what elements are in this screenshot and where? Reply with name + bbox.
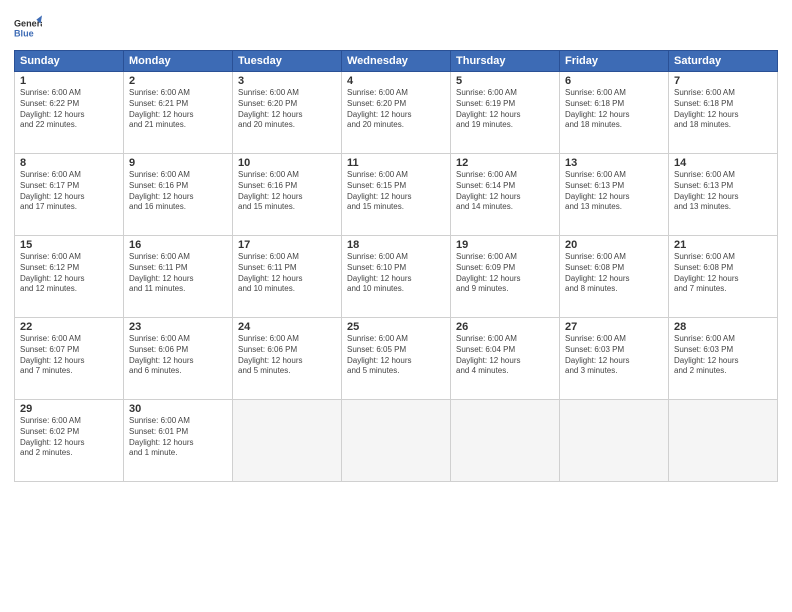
calendar-day-13: 13Sunrise: 6:00 AMSunset: 6:13 PMDayligh… xyxy=(560,154,669,236)
calendar-day-16: 16Sunrise: 6:00 AMSunset: 6:11 PMDayligh… xyxy=(124,236,233,318)
calendar-day-18: 18Sunrise: 6:00 AMSunset: 6:10 PMDayligh… xyxy=(342,236,451,318)
generalblue-logo-icon: General Blue xyxy=(14,14,42,42)
calendar-day-25: 25Sunrise: 6:00 AMSunset: 6:05 PMDayligh… xyxy=(342,318,451,400)
calendar-day-8: 8Sunrise: 6:00 AMSunset: 6:17 PMDaylight… xyxy=(15,154,124,236)
calendar-day-2: 2Sunrise: 6:00 AMSunset: 6:21 PMDaylight… xyxy=(124,72,233,154)
svg-text:Blue: Blue xyxy=(14,28,34,38)
calendar-day-7: 7Sunrise: 6:00 AMSunset: 6:18 PMDaylight… xyxy=(669,72,778,154)
header: General Blue xyxy=(14,10,778,42)
day-header-saturday: Saturday xyxy=(669,51,778,72)
calendar-week-3: 15Sunrise: 6:00 AMSunset: 6:12 PMDayligh… xyxy=(15,236,778,318)
calendar-day-12: 12Sunrise: 6:00 AMSunset: 6:14 PMDayligh… xyxy=(451,154,560,236)
calendar-day-6: 6Sunrise: 6:00 AMSunset: 6:18 PMDaylight… xyxy=(560,72,669,154)
calendar-week-4: 22Sunrise: 6:00 AMSunset: 6:07 PMDayligh… xyxy=(15,318,778,400)
calendar-week-1: 1Sunrise: 6:00 AMSunset: 6:22 PMDaylight… xyxy=(15,72,778,154)
day-header-sunday: Sunday xyxy=(15,51,124,72)
calendar-day-23: 23Sunrise: 6:00 AMSunset: 6:06 PMDayligh… xyxy=(124,318,233,400)
calendar-week-6: 29Sunrise: 6:00 AMSunset: 6:02 PMDayligh… xyxy=(15,400,778,482)
calendar-empty-cell xyxy=(233,400,342,482)
calendar-day-27: 27Sunrise: 6:00 AMSunset: 6:03 PMDayligh… xyxy=(560,318,669,400)
calendar-day-14: 14Sunrise: 6:00 AMSunset: 6:13 PMDayligh… xyxy=(669,154,778,236)
day-header-tuesday: Tuesday xyxy=(233,51,342,72)
calendar-day-9: 9Sunrise: 6:00 AMSunset: 6:16 PMDaylight… xyxy=(124,154,233,236)
calendar-day-3: 3Sunrise: 6:00 AMSunset: 6:20 PMDaylight… xyxy=(233,72,342,154)
calendar-empty-cell xyxy=(669,400,778,482)
calendar-day-17: 17Sunrise: 6:00 AMSunset: 6:11 PMDayligh… xyxy=(233,236,342,318)
calendar-day-5: 5Sunrise: 6:00 AMSunset: 6:19 PMDaylight… xyxy=(451,72,560,154)
calendar-day-20: 20Sunrise: 6:00 AMSunset: 6:08 PMDayligh… xyxy=(560,236,669,318)
calendar-day-4: 4Sunrise: 6:00 AMSunset: 6:20 PMDaylight… xyxy=(342,72,451,154)
day-header-thursday: Thursday xyxy=(451,51,560,72)
calendar-day-10: 10Sunrise: 6:00 AMSunset: 6:16 PMDayligh… xyxy=(233,154,342,236)
calendar-empty-cell xyxy=(342,400,451,482)
calendar-week-2: 8Sunrise: 6:00 AMSunset: 6:17 PMDaylight… xyxy=(15,154,778,236)
calendar-day-28: 28Sunrise: 6:00 AMSunset: 6:03 PMDayligh… xyxy=(669,318,778,400)
calendar-header-row: SundayMondayTuesdayWednesdayThursdayFrid… xyxy=(15,51,778,72)
day-header-wednesday: Wednesday xyxy=(342,51,451,72)
calendar-empty-cell xyxy=(451,400,560,482)
calendar-day-30: 30Sunrise: 6:00 AMSunset: 6:01 PMDayligh… xyxy=(124,400,233,482)
calendar-day-19: 19Sunrise: 6:00 AMSunset: 6:09 PMDayligh… xyxy=(451,236,560,318)
calendar-day-1: 1Sunrise: 6:00 AMSunset: 6:22 PMDaylight… xyxy=(15,72,124,154)
page: General Blue SundayMondayTuesdayWednesda… xyxy=(0,0,792,612)
day-header-friday: Friday xyxy=(560,51,669,72)
calendar-day-26: 26Sunrise: 6:00 AMSunset: 6:04 PMDayligh… xyxy=(451,318,560,400)
calendar-day-24: 24Sunrise: 6:00 AMSunset: 6:06 PMDayligh… xyxy=(233,318,342,400)
calendar-day-21: 21Sunrise: 6:00 AMSunset: 6:08 PMDayligh… xyxy=(669,236,778,318)
calendar-day-11: 11Sunrise: 6:00 AMSunset: 6:15 PMDayligh… xyxy=(342,154,451,236)
calendar-day-29: 29Sunrise: 6:00 AMSunset: 6:02 PMDayligh… xyxy=(15,400,124,482)
calendar-empty-cell xyxy=(560,400,669,482)
calendar-day-15: 15Sunrise: 6:00 AMSunset: 6:12 PMDayligh… xyxy=(15,236,124,318)
calendar-table: SundayMondayTuesdayWednesdayThursdayFrid… xyxy=(14,50,778,482)
day-header-monday: Monday xyxy=(124,51,233,72)
calendar-day-22: 22Sunrise: 6:00 AMSunset: 6:07 PMDayligh… xyxy=(15,318,124,400)
logo: General Blue xyxy=(14,14,46,42)
